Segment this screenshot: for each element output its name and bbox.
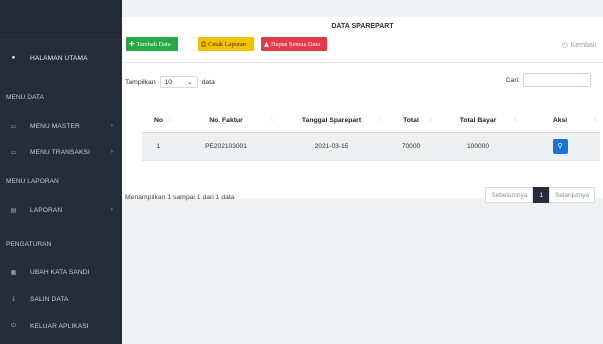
cell-total: 70000 [386, 132, 436, 161]
page-1-button[interactable]: 1 [533, 187, 550, 203]
chevron-right-icon: › [110, 207, 113, 213]
column-header-total[interactable]: Total ↑↓ [386, 110, 436, 133]
printer-icon: ⎙ [201, 39, 207, 48]
sidebar-item-label: SALIN DATA [30, 295, 69, 303]
sidebar-header-laporan: MENU LAPORAN [6, 178, 59, 185]
cell-aksi: ⚲ [520, 132, 600, 161]
sidebar-item-menu-master[interactable]: ▭ MENU MASTER › [0, 119, 122, 133]
next-page-button[interactable]: Selanjutnya [549, 187, 595, 203]
show-label: Tampilkan [125, 78, 156, 86]
sidebar-item-label: LAPORAN [30, 206, 63, 214]
power-icon: ⏻ [11, 322, 16, 329]
delete-all-button[interactable]: ▲ Hapus Semua Data [261, 37, 327, 51]
page-title: DATA SPAREPART [331, 23, 394, 30]
monitor-icon: ▭ [10, 149, 17, 156]
plus-icon: ✚ [129, 40, 135, 48]
table-row: 1 PE202103001 2021-03-15 70000 100000 ⚲ [142, 132, 600, 161]
chevron-right-icon: › [110, 123, 113, 129]
sidebar-item-label: MENU TRANSAKSI [30, 148, 90, 156]
add-data-button[interactable]: ✚ Tambah Data [126, 37, 178, 51]
sidebar-item-menu-transaksi[interactable]: ▭ MENU TRANSAKSI › [0, 145, 122, 159]
sidebar-item-laporan[interactable]: ▤ LAPORAN › [0, 203, 122, 217]
column-header-aksi[interactable]: Aksi ↑↓ [520, 110, 600, 133]
column-header-total-bayar[interactable]: Total Bayar ↑↓ [436, 110, 520, 133]
sidebar-header-data: MENU DATA [6, 94, 44, 101]
sort-icon: ↑↓ [593, 117, 597, 123]
page-length-select[interactable]: 10 ⌄ [159, 76, 198, 88]
cell-tanggal: 2021-03-15 [277, 132, 386, 161]
sidebar-item-label: UBAH KATA SANDI [30, 268, 90, 276]
cell-total-bayar: 100000 [436, 132, 520, 161]
sidebar: ● HALAMAN UTAMA MENU DATA ▭ MENU MASTER … [0, 0, 122, 344]
sidebar-item-keluar-aplikasi[interactable]: ⏻ KELUAR APLIKASI [0, 319, 122, 333]
page-length-value: 10 [164, 78, 172, 86]
sort-icon: ↑↓ [270, 117, 274, 123]
cell-faktur: PE202103001 [175, 132, 277, 161]
sort-icon: ↑↓ [513, 117, 517, 123]
divider [122, 62, 603, 63]
cell-no: 1 [142, 132, 175, 161]
warning-icon: ▲ [264, 40, 269, 48]
back-link[interactable]: ◷ Kembali [561, 41, 596, 50]
chevron-right-icon: › [110, 149, 113, 155]
download-icon: ⤓ [12, 295, 15, 302]
sparepart-table: No ↑↓ No. Faktur ↑↓ Tanggal Sparepart ↑↓ To… [142, 110, 600, 161]
sidebar-item-home[interactable]: ● HALAMAN UTAMA [0, 51, 122, 65]
back-label: Kembali [570, 41, 596, 49]
clock-icon: ◷ [561, 42, 568, 49]
sort-icon: ↑↓ [429, 117, 433, 123]
table-header-row: No ↑↓ No. Faktur ↑↓ Tanggal Sparepart ↑↓ To… [142, 110, 600, 133]
sidebar-item-salin-data[interactable]: ⤓ SALIN DATA [0, 292, 122, 306]
sidebar-item-ubah-kata-sandi[interactable]: ▦ UBAH KATA SANDI [0, 265, 122, 279]
pagination: Sebelumnya 1 Selanjutnya [485, 187, 595, 203]
home-icon: ● [11, 55, 16, 61]
sidebar-item-label: HALAMAN UTAMA [30, 54, 88, 62]
sidebar-item-label: KELUAR APLIKASI [30, 322, 89, 330]
prev-page-button[interactable]: Sebelumnya [485, 187, 534, 203]
search-label: Cari: [505, 76, 520, 84]
search-icon: ⚲ [557, 143, 563, 150]
search-input[interactable] [523, 73, 591, 87]
view-detail-button[interactable]: ⚲ [552, 138, 568, 154]
table-info: Menampilkan 1 sampai 1 dari 1 data [125, 194, 235, 201]
sidebar-item-label: MENU MASTER [30, 122, 80, 130]
sidebar-brand-area [0, 0, 122, 38]
page-length-control: Tampilkan 10 ⌄ data [125, 76, 215, 88]
search-control: Cari: [506, 73, 591, 87]
sidebar-header-pengaturan: PENGATURAN [6, 241, 52, 248]
print-report-button[interactable]: ⎙ Cetak Laporan [198, 37, 254, 51]
column-header-tanggal[interactable]: Tanggal Sparepart ↑↓ [277, 110, 386, 133]
column-header-faktur[interactable]: No. Faktur ↑↓ [175, 110, 277, 133]
report-icon: ▤ [10, 207, 17, 214]
grid-icon: ▦ [10, 269, 17, 276]
monitor-icon: ▭ [10, 123, 17, 130]
chevron-down-icon: ⌄ [187, 79, 193, 86]
column-header-no[interactable]: No ↑↓ [142, 110, 175, 133]
content-card: DATA SPAREPART ✚ Tambah Data ⎙ Cetak Lap… [122, 17, 603, 203]
add-data-label: Tambah Data [136, 40, 171, 48]
delete-all-label: Hapus Semua Data [271, 40, 320, 48]
show-suffix: data [201, 78, 215, 86]
sort-icon: ↑↓ [379, 117, 383, 123]
print-report-label: Cetak Laporan [208, 40, 246, 48]
sort-icon: ↑↓ [168, 117, 172, 123]
